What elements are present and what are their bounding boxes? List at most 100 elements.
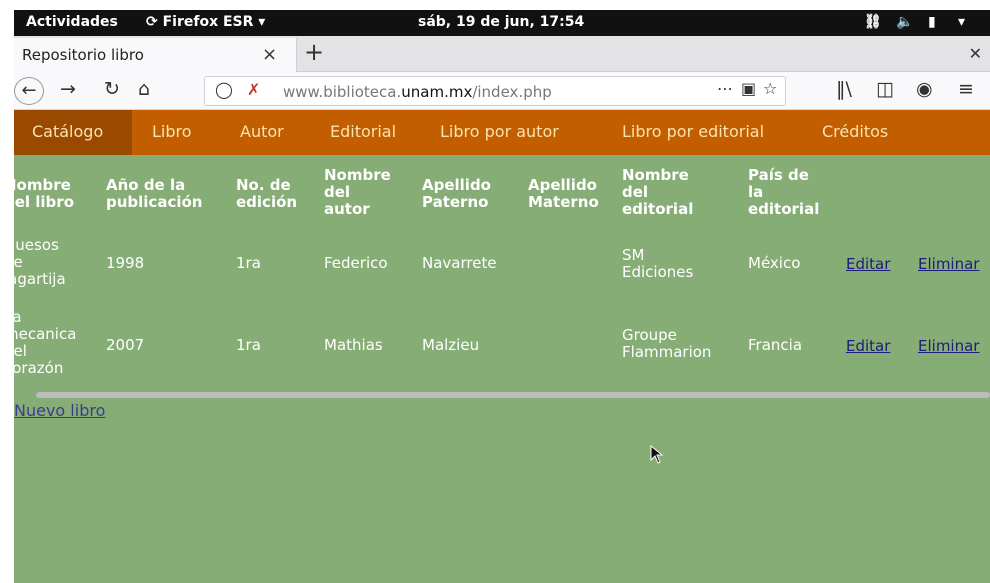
menu-editorial[interactable]: Editorial bbox=[330, 122, 396, 141]
header-line: del libro bbox=[14, 193, 74, 211]
bookmark-star-icon[interactable]: ☆ bbox=[763, 79, 777, 98]
shield-icon[interactable]: ◯ bbox=[215, 80, 233, 99]
row1-anio: 1998 bbox=[106, 254, 145, 272]
firefox-icon: ⟳ bbox=[146, 14, 158, 30]
header-apellido-paterno: Apellido Paterno bbox=[422, 177, 491, 211]
app-menu[interactable]: ⟳ Firefox ESR ▾ bbox=[146, 14, 265, 30]
cell-line: del bbox=[14, 342, 27, 360]
back-arrow-icon[interactable]: ← bbox=[14, 77, 44, 105]
header-line: Nombre bbox=[324, 166, 391, 184]
app-name: Firefox ESR bbox=[162, 14, 254, 30]
cell-line: de bbox=[14, 253, 23, 271]
header-line: autor bbox=[324, 200, 370, 218]
menu-autor[interactable]: Autor bbox=[240, 122, 284, 141]
row2-editorial: Groupe Flammarion bbox=[622, 327, 711, 361]
cell-line: mecanica bbox=[14, 325, 77, 343]
menu-creditos[interactable]: Créditos bbox=[822, 122, 888, 141]
close-tab-icon[interactable]: × bbox=[262, 44, 277, 65]
menu-libro-por-editorial[interactable]: Libro por editorial bbox=[622, 122, 764, 141]
header-line: País de bbox=[748, 166, 809, 184]
header-apellido-materno: Apellido Materno bbox=[528, 177, 599, 211]
row2-edicion: 1ra bbox=[236, 336, 261, 354]
url-path: /index.php bbox=[472, 83, 552, 101]
header-line: edición bbox=[236, 193, 298, 211]
activities-button[interactable]: Actividades bbox=[26, 14, 118, 30]
battery-icon[interactable]: ▮ bbox=[928, 14, 936, 30]
new-book-link[interactable]: Nuevo libro bbox=[14, 401, 105, 420]
cell-line: Ediciones bbox=[622, 263, 694, 281]
hamburger-menu-icon[interactable]: ≡ bbox=[958, 78, 974, 100]
network-icon[interactable]: ⛓ bbox=[864, 14, 882, 30]
header-line: Paterno bbox=[422, 193, 489, 211]
header-edicion: No. de edición bbox=[236, 177, 297, 211]
row1-edit-link[interactable]: Editar bbox=[846, 255, 890, 273]
row2-edit-link[interactable]: Editar bbox=[846, 337, 890, 355]
header-line: Nombre bbox=[622, 166, 689, 184]
insecure-lock-icon[interactable]: ✗ bbox=[247, 80, 260, 99]
row1-delete-link[interactable]: Eliminar bbox=[918, 255, 979, 273]
row1-pais: México bbox=[748, 254, 801, 272]
header-line: del bbox=[622, 183, 649, 201]
header-line: del bbox=[324, 183, 351, 201]
cell-line: SM bbox=[622, 246, 645, 264]
menu-catalogo[interactable]: Catálogo bbox=[32, 122, 103, 141]
cell-line: La bbox=[14, 308, 22, 326]
header-nombre-editorial: Nombre del editorial bbox=[622, 167, 693, 218]
cell-line: corazón bbox=[14, 359, 64, 377]
menu-libro-por-autor[interactable]: Libro por autor bbox=[440, 122, 559, 141]
row1-editorial: SM Ediciones bbox=[622, 247, 693, 281]
row2-autor: Mathias bbox=[324, 336, 383, 354]
header-line: publicación bbox=[106, 193, 203, 211]
volume-icon[interactable]: 🔈 bbox=[896, 14, 913, 30]
tab-repositorio[interactable]: Repositorio libro × bbox=[14, 38, 297, 72]
header-line: editorial bbox=[748, 200, 820, 218]
cell-line: Flammarion bbox=[622, 343, 712, 361]
site-menu: Catálogo Libro Autor Editorial Libro por… bbox=[14, 110, 990, 155]
url-host: www.biblioteca. bbox=[283, 83, 402, 101]
url-bar[interactable]: ◯ ✗ www.biblioteca.unam.mx/index.php ⋯ ▣… bbox=[204, 76, 786, 106]
row1-nombre: Huesos de lagartija bbox=[14, 237, 66, 288]
header-pais-editorial: País de la editorial bbox=[748, 167, 819, 218]
row2-anio: 2007 bbox=[106, 336, 145, 354]
main-content: Nombre del libro Año de la publicación N… bbox=[14, 155, 990, 583]
sidebar-icon[interactable]: ◫ bbox=[876, 78, 894, 100]
row2-paterno: Malzieu bbox=[422, 336, 480, 354]
header-line: No. de bbox=[236, 176, 291, 194]
row2-pais: Francia bbox=[748, 336, 803, 354]
cell-line: Groupe bbox=[622, 326, 677, 344]
mouse-cursor-icon bbox=[650, 445, 664, 464]
forward-arrow-icon[interactable]: → bbox=[60, 78, 76, 100]
library-icon[interactable]: ‖\ bbox=[836, 78, 852, 100]
header-line: Apellido bbox=[528, 176, 597, 194]
header-anio: Año de la publicación bbox=[106, 177, 202, 211]
url-text: www.biblioteca.unam.mx/index.php bbox=[283, 83, 552, 101]
navigation-bar: ← → ↻ ⌂ ◯ ✗ www.biblioteca.unam.mx/index… bbox=[14, 72, 990, 110]
tab-bar: Repositorio libro × + ✕ bbox=[14, 36, 990, 72]
reload-icon[interactable]: ↻ bbox=[104, 78, 120, 100]
menu-libro[interactable]: Libro bbox=[152, 122, 192, 141]
chevron-down-icon: ▾ bbox=[258, 14, 266, 30]
account-icon[interactable]: ◉ bbox=[916, 78, 933, 100]
header-line: Apellido bbox=[422, 176, 491, 194]
horizontal-scrollbar[interactable] bbox=[36, 392, 990, 398]
header-line: Materno bbox=[528, 193, 599, 211]
url-domain: unam.mx bbox=[401, 83, 473, 101]
new-tab-icon[interactable]: + bbox=[304, 38, 324, 66]
header-nombre-libro: Nombre del libro bbox=[14, 177, 74, 211]
pocket-icon[interactable]: ▣ bbox=[741, 79, 756, 98]
cell-line: lagartija bbox=[14, 270, 66, 288]
home-icon[interactable]: ⌂ bbox=[138, 78, 150, 100]
header-line: Nombre bbox=[14, 176, 71, 194]
clock[interactable]: sáb, 19 de jun, 17:54 bbox=[418, 14, 584, 30]
close-window-icon[interactable]: ✕ bbox=[969, 44, 982, 63]
header-line: editorial bbox=[622, 200, 694, 218]
more-actions-icon[interactable]: ⋯ bbox=[717, 79, 733, 98]
row2-delete-link[interactable]: Eliminar bbox=[918, 337, 979, 355]
header-line: la bbox=[748, 183, 764, 201]
row1-autor: Federico bbox=[324, 254, 388, 272]
row1-edicion: 1ra bbox=[236, 254, 261, 272]
header-nombre-autor: Nombre del autor bbox=[324, 167, 391, 218]
header-line: Año de la bbox=[106, 176, 186, 194]
row1-paterno: Navarrete bbox=[422, 254, 497, 272]
system-menu-chevron-icon[interactable]: ▾ bbox=[958, 14, 965, 30]
